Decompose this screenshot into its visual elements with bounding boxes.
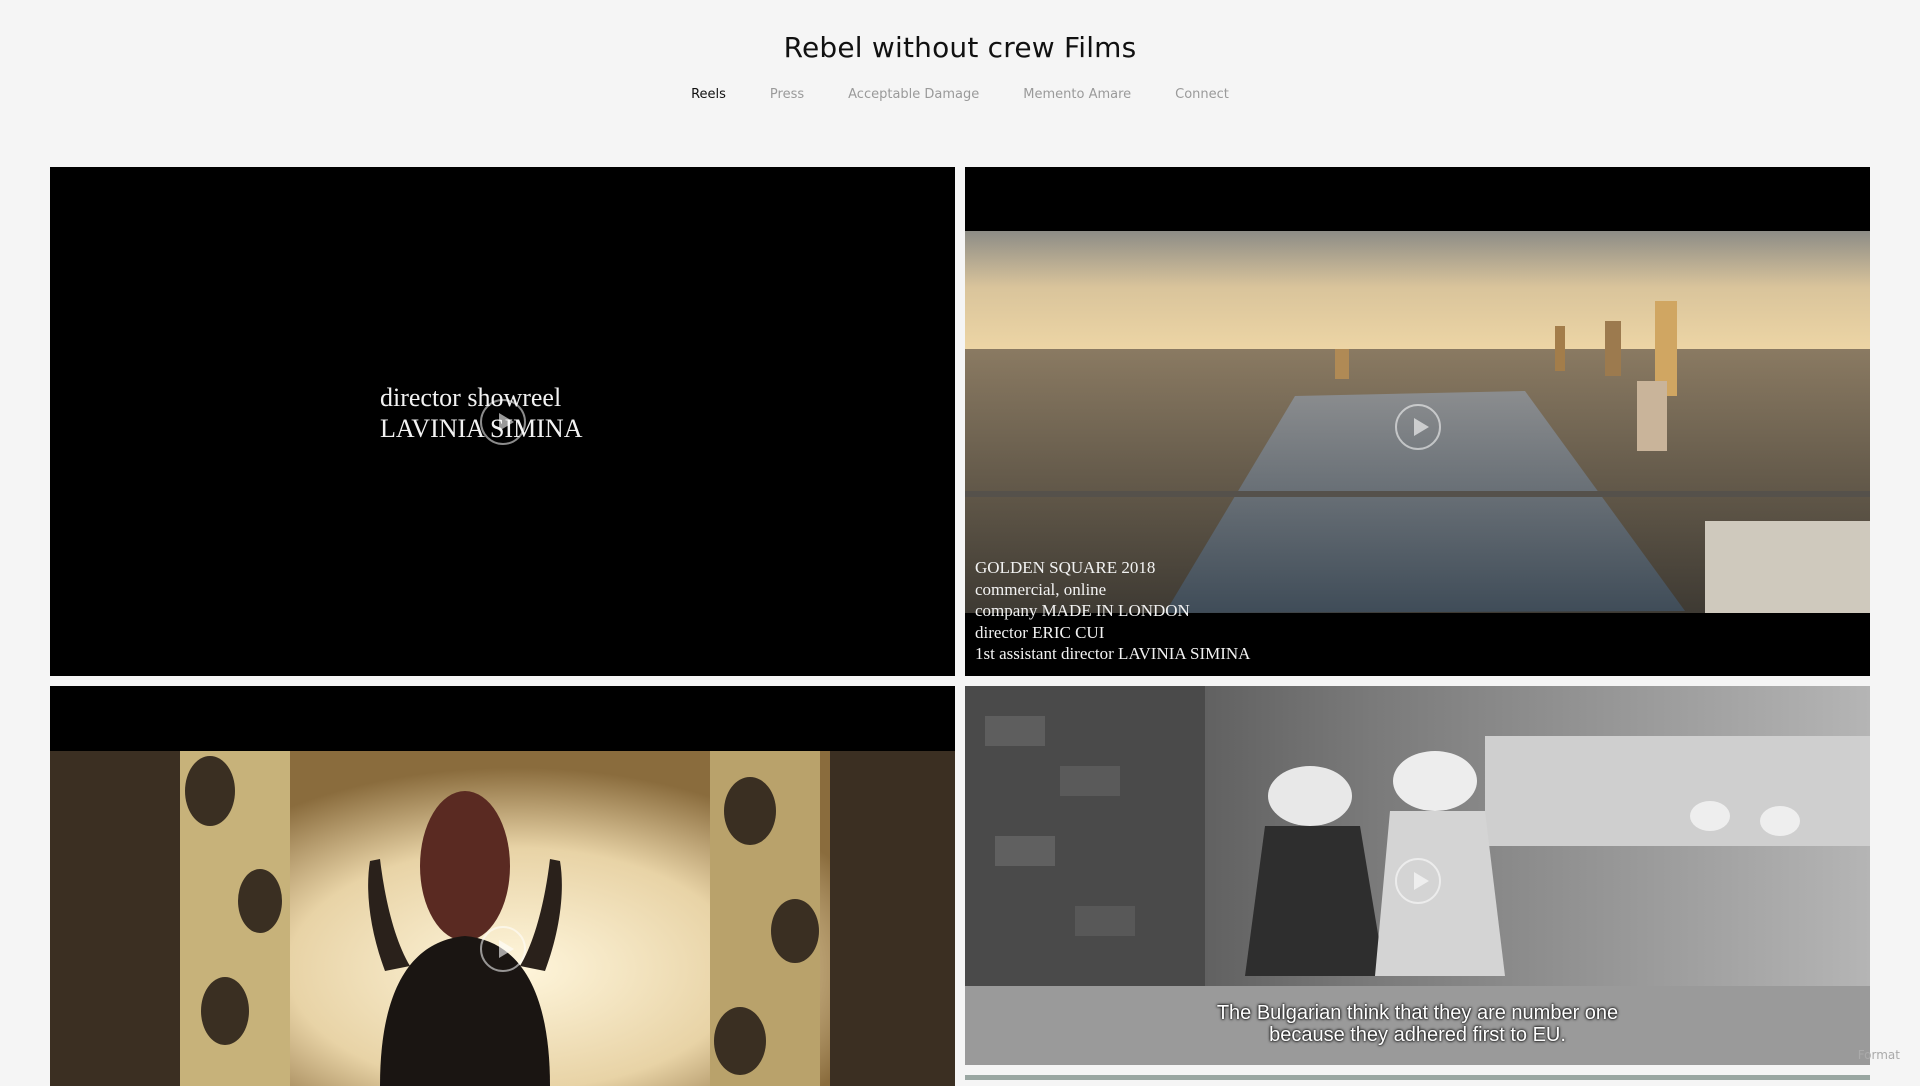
nav-memento-amare[interactable]: Memento Amare <box>1023 87 1131 102</box>
showreel-title-line1: director showreel <box>380 382 582 413</box>
site-title[interactable]: Rebel without crew Films <box>0 31 1920 64</box>
subtitle-line2: because they adhered first to EU. <box>965 1024 1870 1046</box>
play-icon[interactable] <box>1395 404 1441 450</box>
video-tile-director-showreel[interactable]: director showreel LAVINIA SIMINA <box>50 167 955 676</box>
credit-line: company MADE IN LONDON <box>975 600 1250 622</box>
credits-block: GOLDEN SQUARE 2018 commercial, online co… <box>975 557 1250 665</box>
nav-press[interactable]: Press <box>770 87 804 102</box>
nav-connect[interactable]: Connect <box>1175 87 1229 102</box>
play-icon[interactable] <box>480 926 526 972</box>
play-icon[interactable] <box>480 399 526 445</box>
video-subtitle: The Bulgarian think that they are number… <box>965 1002 1870 1046</box>
window-silhouette-thumbnail <box>50 751 955 1086</box>
credit-line: director ERIC CUI <box>975 622 1250 644</box>
video-tile-construction-workers[interactable]: The Bulgarian think that they are number… <box>965 686 1870 1065</box>
credit-line: commercial, online <box>975 579 1250 601</box>
nav-acceptable-damage[interactable]: Acceptable Damage <box>848 87 979 102</box>
video-tile-next[interactable] <box>965 1075 1870 1080</box>
format-credit-link[interactable]: Format <box>1858 1048 1900 1062</box>
video-tile-golden-square[interactable]: GOLDEN SQUARE 2018 commercial, online co… <box>965 167 1870 676</box>
subtitle-line1: The Bulgarian think that they are number… <box>965 1002 1870 1024</box>
credit-line: GOLDEN SQUARE 2018 <box>975 557 1250 579</box>
play-icon[interactable] <box>1395 858 1441 904</box>
video-tile-window-silhouette[interactable] <box>50 686 955 1086</box>
main-nav: Reels Press Acceptable Damage Memento Am… <box>0 87 1920 102</box>
nav-reels[interactable]: Reels <box>691 87 726 102</box>
credit-line: 1st assistant director LAVINIA SIMINA <box>975 643 1250 665</box>
